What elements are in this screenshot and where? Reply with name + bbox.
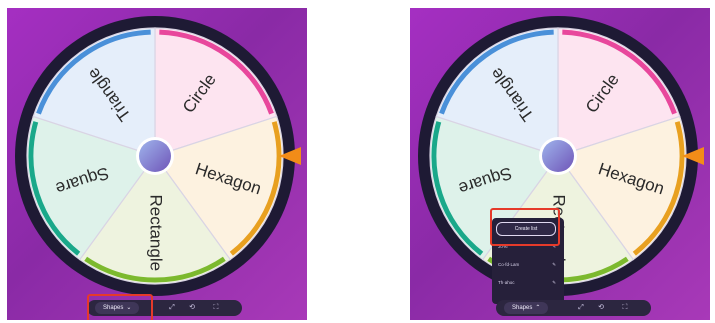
expand-icon[interactable]: ⛶ [211,303,221,313]
spin-hub[interactable] [139,140,171,172]
spin-hub[interactable] [542,140,574,172]
spinner-wheel[interactable]: CircleHexagonRectangleSquareTriangle [7,8,307,320]
highlight-box [490,208,560,246]
shapes-dropdown-button[interactable]: Shapes ⌃ [504,302,549,314]
edit-icon[interactable]: ✎ [552,278,556,288]
highlight-box [87,294,153,320]
menu-item[interactable]: Co·fd·Lam ✎ [498,260,560,270]
reset-icon[interactable]: ⟲ [187,303,197,313]
reset-icon[interactable]: ⟲ [596,303,606,313]
bottom-toolbar: Shapes ⌃ ⤢ ⟲ ⛶ [496,300,651,316]
wheel-panel-left: Circle Hexagon Rectangle Square Triangle Sha… [7,8,307,320]
fullscreen-icon[interactable]: ⤢ [576,303,586,313]
menu-item-label: Co·fd·Lam [498,262,520,267]
chevron-up-icon: ⌃ [535,305,541,311]
edit-icon[interactable]: ✎ [552,260,556,270]
menu-item[interactable]: Th·ahoc ✎ [498,278,560,288]
expand-icon[interactable]: ⛶ [620,303,630,313]
menu-item-label: Th·ahoc [498,280,515,285]
shapes-label: Shapes [512,305,533,311]
wheel-segment-label: Rectangle [147,195,166,272]
fullscreen-icon[interactable]: ⤢ [167,303,177,313]
wheel-panel-right: CircleHexagonRectangleSquareTriangle Cre… [410,8,710,320]
